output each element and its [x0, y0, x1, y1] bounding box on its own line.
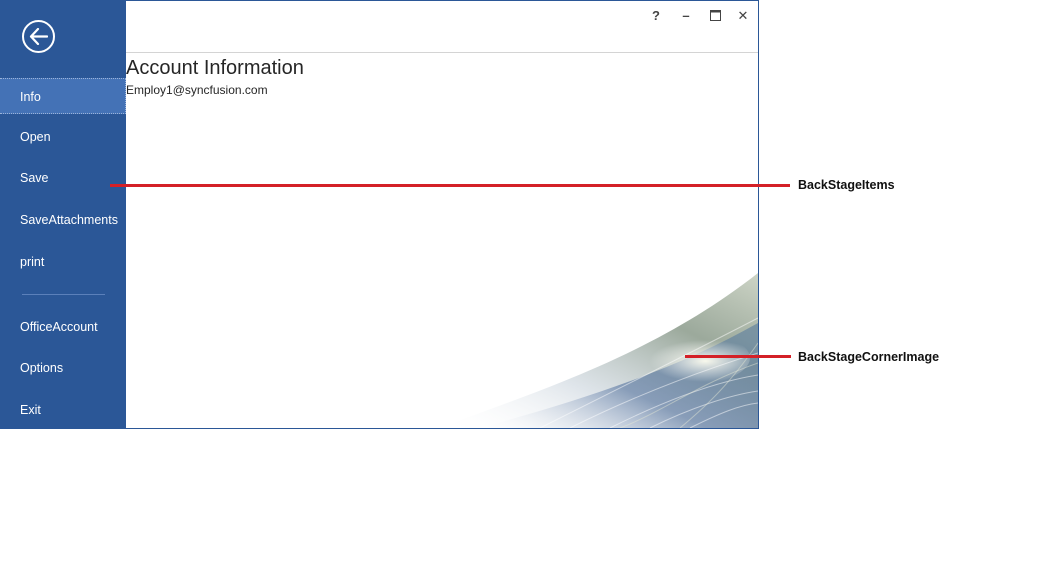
maximize-icon: [709, 10, 721, 21]
account-email: Employ1@syncfusion.com: [126, 83, 268, 97]
page-title: Account Information: [126, 57, 304, 79]
page: Info Open Save SaveAttachments print Off…: [0, 0, 1047, 585]
sidebar-item-save[interactable]: Save: [0, 160, 126, 196]
corner-image-label: BackStageCornerImage: [798, 350, 940, 364]
arrow-left-icon: [29, 28, 48, 45]
sidebar-item-open[interactable]: Open: [0, 119, 126, 155]
backstage-sidebar: Info Open Save SaveAttachments print Off…: [0, 1, 126, 428]
close-button[interactable]: ✕: [732, 5, 754, 27]
sidebar-item-label: Open: [20, 130, 51, 144]
corner-image-callout-line: [685, 355, 791, 358]
backstage-items-callout-line: [110, 184, 790, 187]
sidebar-item-label: print: [20, 255, 45, 269]
title-bar-divider: [126, 52, 758, 53]
backstage-items-label: BackStageItems: [798, 178, 895, 192]
sidebar-divider: [22, 294, 105, 295]
backstage-window: Info Open Save SaveAttachments print Off…: [0, 0, 759, 429]
sidebar-item-print[interactable]: print: [0, 244, 126, 280]
maximize-button[interactable]: [704, 5, 726, 27]
help-button[interactable]: ?: [645, 5, 667, 27]
close-icon: ✕: [737, 8, 749, 23]
sidebar-item-label: SaveAttachments: [20, 213, 118, 227]
backstage-corner-image: [440, 273, 758, 428]
back-button[interactable]: [22, 20, 55, 53]
sidebar-item-label: OfficeAccount: [20, 320, 98, 334]
minimize-button[interactable]: –: [675, 5, 697, 27]
sidebar-item-label: Save: [20, 171, 49, 185]
sidebar-item-exit[interactable]: Exit: [0, 392, 126, 428]
help-icon: ?: [652, 8, 660, 23]
sidebar-item-saveattachments[interactable]: SaveAttachments: [0, 202, 126, 238]
sidebar-item-info[interactable]: Info: [0, 78, 126, 114]
minimize-icon: –: [682, 8, 690, 23]
sidebar-item-label: Info: [20, 90, 41, 104]
sidebar-item-label: Exit: [20, 403, 41, 417]
sidebar-item-options[interactable]: Options: [0, 350, 126, 386]
sidebar-item-label: Options: [20, 361, 64, 375]
sidebar-item-officeaccount[interactable]: OfficeAccount: [0, 309, 126, 345]
